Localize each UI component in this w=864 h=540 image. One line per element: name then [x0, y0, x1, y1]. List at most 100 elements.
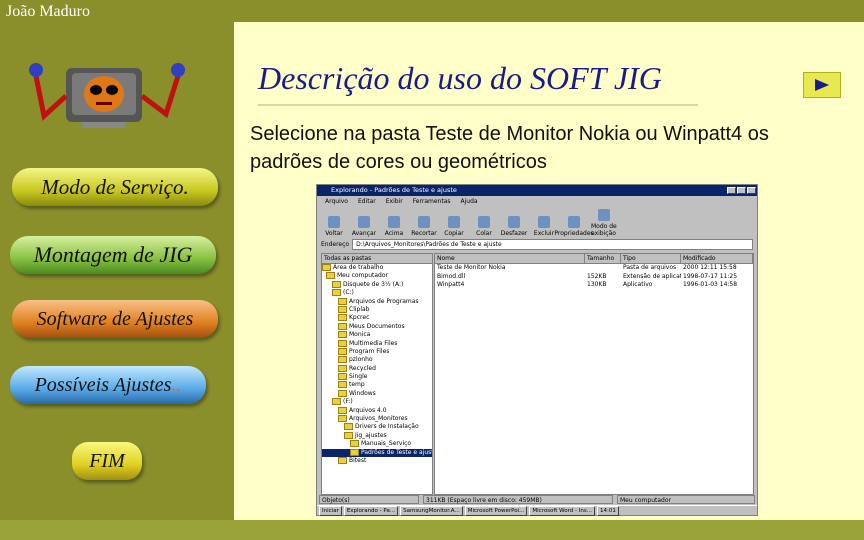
tree-item: Cliplab — [322, 305, 432, 314]
tree-item: (F:) — [322, 398, 432, 406]
column-header: Tipo — [621, 254, 681, 263]
explorer-title-bar: Explorando - Padrões de Teste e ajuste — [317, 185, 757, 196]
toolbar-button: Recortar — [411, 209, 437, 237]
file-cell: Winpatt4 — [437, 281, 465, 288]
column-header: Tamanho — [585, 254, 621, 263]
tree-item: Disquete de 3½ (A:) — [322, 280, 432, 289]
toolbar-button: Copiar — [441, 209, 467, 237]
monitor-mascot-icon — [29, 63, 185, 128]
folder-icon — [344, 423, 353, 431]
taskbar-item: SamsungMonitor.A... — [400, 505, 463, 516]
tree-item: Monica — [322, 331, 432, 339]
tree-item-label: temp — [349, 381, 365, 389]
toolbar-button-label: Avançar — [351, 230, 377, 237]
nav-montagem-label: Montagem de JIG — [33, 242, 193, 267]
tree-item-label: Single — [349, 373, 368, 381]
toolbar-button-label: Acima — [384, 230, 404, 237]
folder-icon — [332, 398, 341, 406]
taskbar-item: Explorando - Pa... — [343, 505, 399, 516]
toolbar-button-label: Excluir — [533, 230, 555, 237]
nav-montagem-button[interactable]: Montagem de JIG — [10, 236, 216, 274]
folder-icon — [338, 297, 347, 305]
folder-icon — [338, 381, 347, 389]
toolbar-button: Modo de exibição — [591, 209, 617, 237]
tree-item-label: Manuais_Serviço — [361, 440, 412, 448]
explorer-status-bar: Objeto(s) 311KB (Espaço livre em disco: 4… — [319, 495, 755, 504]
toolbar-button: Voltar — [321, 209, 347, 237]
tree-header: Todas as pastas — [322, 254, 432, 264]
toolbar-icon — [358, 216, 370, 228]
tree-item-label: Drivers de Instalação — [355, 423, 419, 431]
tree-item-label: Meus Documentos — [349, 322, 405, 330]
tree-item: Arquivos de Programas — [322, 297, 432, 306]
folder-icon — [338, 389, 347, 397]
tree-item-label: Meu computador — [337, 272, 388, 280]
folder-icon — [344, 431, 353, 439]
folder-icon — [322, 264, 331, 271]
tree-item: Jig_ajustes — [322, 431, 432, 440]
top-bar — [234, 0, 864, 22]
file-row: Bimod.dll 152KB Extensão de aplicativo1998… — [435, 273, 753, 282]
folder-icon — [338, 339, 347, 347]
toolbar-button-label: Voltar — [325, 230, 343, 237]
folder-icon — [338, 406, 347, 414]
toolbar-icon — [508, 216, 520, 228]
nav-fim-label: FIM — [89, 449, 125, 472]
file-list: Nome Tamanho Tipo Modificado Teste de Monit… — [434, 253, 754, 495]
toolbar-icon — [448, 216, 460, 228]
nav-software-button[interactable]: Software de Ajustes — [12, 300, 218, 338]
nav-modo-servico-label: Modo de Serviço. — [41, 174, 189, 199]
tree-item: Windows — [322, 389, 432, 398]
nav-fim-button[interactable]: FIM — [72, 442, 142, 480]
file-cell: 152KB — [587, 272, 607, 280]
tree-item: temp — [322, 381, 432, 389]
folder-tree: Todas as pastas Área de trabalho Meu comp… — [321, 253, 433, 495]
folder-icon — [338, 356, 347, 364]
toolbar-icon — [598, 209, 610, 221]
explorer-menu-bar: Arquivo Editar Exibir Ferramentas Ajuda — [317, 197, 757, 207]
file-cell: Pasta de arquivos — [623, 264, 677, 271]
folder-icon — [338, 456, 347, 464]
file-cell: Bimod.dll — [437, 272, 466, 280]
file-cell: Teste de Monitor Nokia — [437, 264, 506, 271]
address-field: D:\Arquivos_Monitores\Padrões de Teste e… — [352, 239, 753, 250]
folder-icon — [350, 448, 359, 456]
folder-icon — [338, 314, 347, 322]
address-label: Endereço — [321, 241, 350, 248]
explorer-menu-item: Exibir — [385, 198, 403, 205]
tree-item-label: Program Files — [349, 347, 390, 355]
tree-item-label: Arquivos 4.0 — [349, 406, 387, 414]
tree-item-label: Bitest — [349, 456, 367, 464]
next-slide-button[interactable] — [803, 72, 841, 98]
explorer-menu-item: Ferramentas — [412, 198, 451, 205]
column-header: Modificado — [681, 254, 753, 263]
tree-item-label: pzlonho — [349, 356, 373, 364]
toolbar-button-label: Copiar — [444, 230, 464, 237]
toolbar-button-label: Colar — [476, 230, 492, 237]
column-header: Nome — [435, 254, 585, 263]
toolbar-icon — [418, 216, 430, 228]
nav-possiveis-button[interactable]: Possíveis Ajustes.. — [10, 366, 206, 404]
tree-item: Arquivos 4.0 — [322, 406, 432, 415]
toolbar-button-label: Recortar — [411, 230, 437, 237]
taskbar-item: Microsoft Word - Ins... — [529, 505, 595, 516]
toolbar-button-label: Modo de exibição — [591, 223, 617, 237]
tree-item: pzlonho — [322, 356, 432, 364]
folder-icon — [338, 331, 347, 339]
nav-modo-servico-button[interactable]: Modo de Serviço. — [12, 168, 218, 206]
file-cell: Aplicativo — [623, 281, 653, 288]
explorer-menu-item: Ajuda — [460, 198, 478, 205]
tree-item: Recycled — [322, 364, 432, 373]
tree-item-label: Padrões de Teste e ajuste — [361, 448, 433, 456]
tree-item: (C:) — [322, 289, 432, 297]
tree-item-label: Cliplab — [349, 305, 370, 313]
tree-item: Manuais_Serviço — [322, 440, 432, 448]
explorer-screenshot: Explorando - Padrões de Teste e ajuste A… — [316, 184, 758, 516]
tree-item-label: Monica — [349, 331, 371, 339]
nav-software-label: Software de Ajustes — [36, 307, 194, 330]
tree-item-label: Windows — [349, 389, 376, 397]
tree-item: Drivers de Instalação — [322, 423, 432, 431]
tree-item: Arquivos_Monitores — [322, 415, 432, 423]
tree-item-label: Área de trabalho — [333, 264, 384, 271]
instruction-text: Selecione na pasta Teste de Monitor Noki… — [250, 123, 769, 173]
